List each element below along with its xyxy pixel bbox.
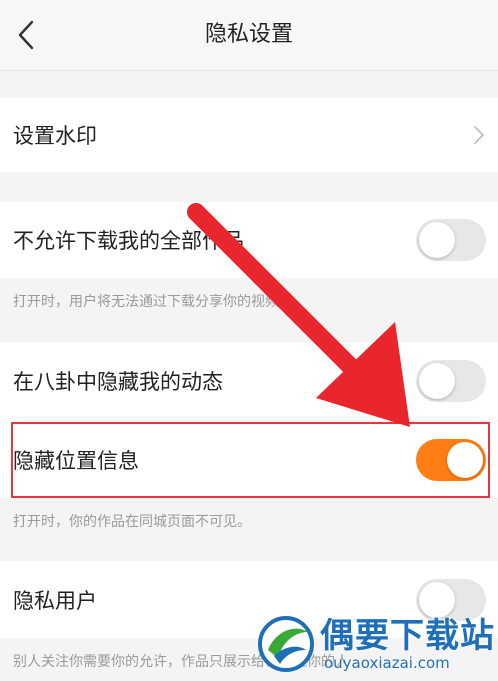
page-title: 隐私设置	[204, 22, 293, 47]
hide-gossip-label: 在八卦中隐藏我的动态	[13, 370, 223, 394]
watermark-setting-row[interactable]: 设置水印	[0, 98, 498, 172]
toggle-knob	[419, 222, 455, 258]
hide-location-label: 隐藏位置信息	[13, 448, 139, 473]
private-user-note: 别人关注你需要你的允许，作品只展示给已关注你的人	[13, 654, 349, 670]
no-download-note: 打开时，用户将无法通过下载分享你的视频。	[13, 294, 293, 310]
no-download-row: 不允许下载我的全部作品	[0, 202, 498, 278]
private-user-toggle[interactable]	[416, 578, 486, 621]
watermark-setting-label: 设置水印	[13, 124, 97, 148]
top-bar: 隐私设置	[0, 0, 498, 71]
toggle-knob	[447, 441, 483, 478]
hide-location-row: 隐藏位置信息	[0, 421, 498, 498]
hide-location-toggle[interactable]	[416, 438, 486, 481]
toggle-knob	[419, 581, 455, 618]
no-download-label: 不允许下载我的全部作品	[13, 229, 244, 253]
no-download-toggle[interactable]	[416, 219, 486, 261]
private-user-label: 隐私用户	[13, 588, 97, 613]
toggle-knob	[419, 363, 455, 399]
chevron-right-icon	[474, 126, 484, 144]
hide-gossip-row: 在八卦中隐藏我的动态	[0, 342, 498, 420]
hide-gossip-toggle[interactable]	[416, 360, 486, 402]
private-user-row: 隐私用户	[0, 561, 498, 638]
hide-location-note: 打开时，你的作品在同城页面不可见。	[13, 514, 251, 530]
